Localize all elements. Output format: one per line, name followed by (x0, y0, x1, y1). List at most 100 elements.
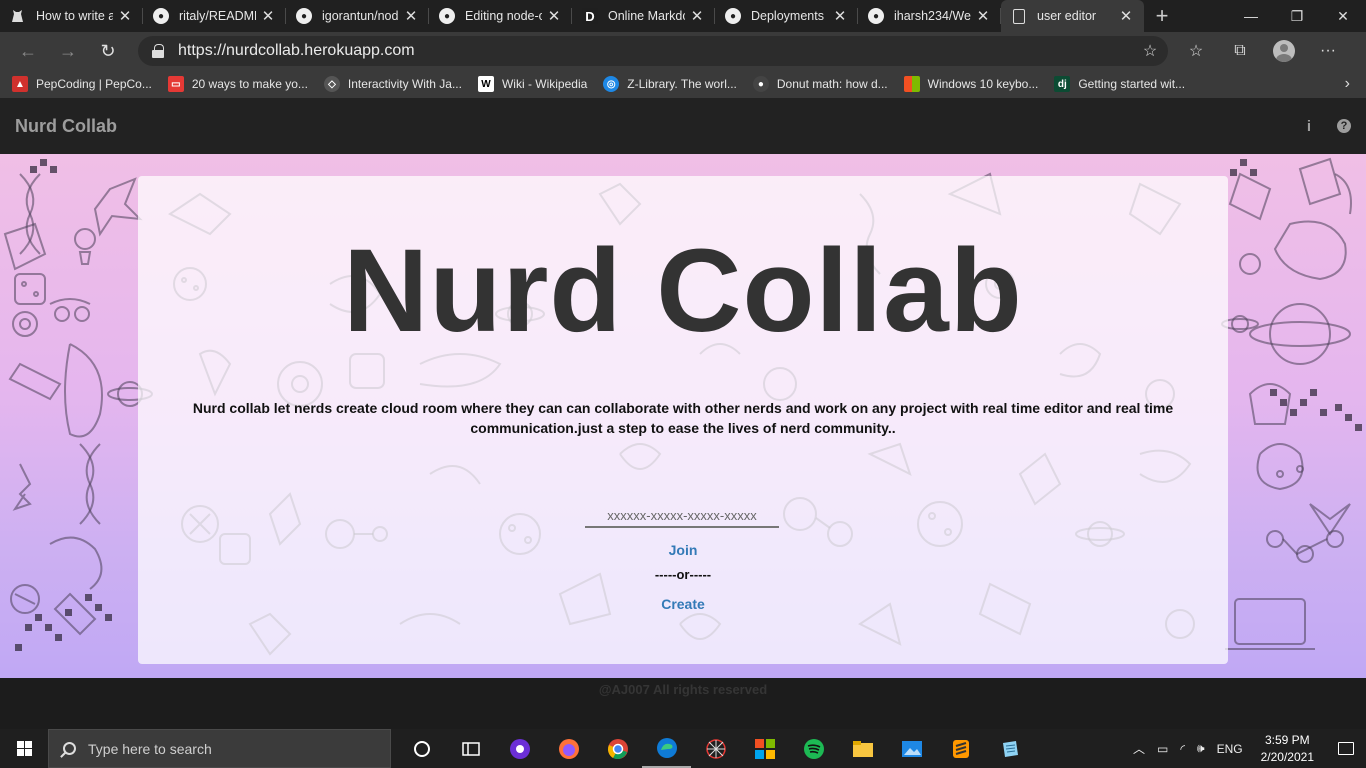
bookmark-pepcoding[interactable]: ▲ PepCoding | PepCo... (12, 76, 152, 92)
github-icon: ● (153, 8, 169, 24)
site-footer: @AJ007 All rights reserved (0, 678, 1366, 729)
spotify-icon[interactable] (789, 729, 838, 768)
bookmark-wikipedia[interactable]: W Wiki - Wikipedia (477, 76, 588, 92)
bookmark-20-ways[interactable]: ▭ 20 ways to make yo... (167, 76, 308, 92)
site-brand[interactable]: Nurd Collab (15, 116, 117, 137)
bookmark-windows-10[interactable]: Windows 10 keybo... (903, 76, 1038, 92)
bookmark-label: Getting started wit... (1078, 77, 1186, 91)
photos-icon[interactable] (887, 729, 936, 768)
browser-tab-1[interactable]: How to write a ✕ (0, 0, 143, 32)
bookmark-donut-math[interactable]: ● Donut math: how d... (752, 76, 888, 92)
bookmark-label: Donut math: how d... (776, 77, 888, 91)
browser-tab-5[interactable]: D Online Markdc ✕ (572, 0, 715, 32)
forward-arrow-icon[interactable]: → (48, 35, 88, 67)
close-icon[interactable]: ✕ (689, 7, 705, 25)
spiderweb-app-icon[interactable] (691, 729, 740, 768)
d-icon: D (582, 8, 598, 24)
wifi-icon[interactable]: ◜ (1180, 742, 1185, 756)
zlibrary-icon: ◎ (603, 76, 620, 92)
slides-icon: ▭ (167, 76, 184, 92)
address-bar[interactable]: https://nurdcollab.herokuapp.com ☆ (138, 36, 1168, 66)
close-icon[interactable]: ✕ (403, 7, 419, 25)
join-button[interactable]: Join (138, 542, 1228, 558)
room-id-input[interactable] (585, 504, 779, 528)
page-icon (1011, 8, 1027, 24)
browser-tab-6[interactable]: ● Deployments ✕ (715, 0, 858, 32)
create-button[interactable]: Create (138, 596, 1228, 612)
chevron-right-icon[interactable]: › (1345, 75, 1350, 93)
collections-icon[interactable]: ⧉ (1218, 35, 1262, 67)
donut-icon: ● (752, 76, 769, 92)
lock-icon (152, 44, 164, 58)
search-placeholder: Type here to search (88, 740, 212, 757)
refresh-icon[interactable]: ↻ (88, 35, 128, 67)
codepen-icon: ◇ (323, 76, 340, 92)
cortana-icon[interactable] (397, 729, 446, 768)
battery-icon[interactable]: ▭ (1157, 742, 1168, 756)
favorites-bar: ▲ PepCoding | PepCo... ▭ 20 ways to make… (0, 70, 1366, 98)
notepad-app-icon[interactable] (985, 729, 1034, 768)
github-icon: ● (868, 8, 884, 24)
sublime-text-icon[interactable] (936, 729, 985, 768)
url-text[interactable]: https://nurdcollab.herokuapp.com (178, 42, 1132, 60)
window-controls: — ❐ ✕ (1228, 0, 1366, 32)
github-icon: ● (296, 8, 312, 24)
volume-icon[interactable]: 🕪 (1197, 741, 1205, 756)
django-icon: dj (1054, 76, 1071, 92)
bookmark-label: PepCoding | PepCo... (36, 77, 152, 91)
browser-tab-3[interactable]: ● igorantun/nod ✕ (286, 0, 429, 32)
close-icon[interactable]: ✕ (975, 7, 991, 25)
microsoft-icon (903, 76, 920, 92)
favorites-icon[interactable]: ☆ (1174, 35, 1218, 67)
browser-tab-active[interactable]: user editor ✕ (1001, 0, 1144, 32)
bookmark-zlibrary[interactable]: ◎ Z-Library. The worl... (603, 76, 737, 92)
browser-tab-7[interactable]: ● iharsh234/Wel ✕ (858, 0, 1001, 32)
browser-tab-bar: How to write a ✕ ● ritaly/README ✕ ● igo… (0, 0, 1366, 32)
file-explorer-icon[interactable] (838, 729, 887, 768)
colorful-app-icon[interactable] (740, 729, 789, 768)
browser-tab-4[interactable]: ● Editing node-c ✕ (429, 0, 572, 32)
github-icon: ● (725, 8, 741, 24)
site-navbar: Nurd Collab i ? (0, 98, 1366, 154)
address-bar-row: ← → ↻ https://nurdcollab.herokuapp.com ☆… (0, 32, 1366, 70)
info-icon[interactable]: i (1307, 118, 1311, 135)
bookmark-django[interactable]: dj Getting started wit... (1054, 76, 1185, 92)
close-window-button[interactable]: ✕ (1320, 0, 1366, 32)
tab-title: ritaly/README (179, 9, 256, 23)
start-button[interactable] (0, 729, 48, 768)
minimize-button[interactable]: — (1228, 0, 1274, 32)
edge-icon[interactable] (642, 729, 691, 768)
help-icon[interactable]: ? (1337, 119, 1351, 133)
tab-title: Online Markdc (608, 9, 685, 23)
tab-title: user editor (1037, 9, 1097, 23)
chrome-icon[interactable] (593, 729, 642, 768)
tab-title: igorantun/nod (322, 9, 399, 23)
more-options-icon[interactable]: ··· (1306, 35, 1350, 67)
notification-icon[interactable] (1326, 742, 1366, 755)
avatar (1273, 40, 1295, 62)
close-icon[interactable]: ✕ (832, 7, 848, 25)
new-tab-button[interactable]: + (1144, 0, 1180, 32)
clock[interactable]: 3:59 PM 2/20/2021 (1261, 732, 1314, 766)
close-icon[interactable]: ✕ (546, 7, 562, 25)
bookmark-interactivity[interactable]: ◇ Interactivity With Ja... (323, 76, 462, 92)
back-arrow-icon[interactable]: ← (8, 35, 48, 67)
page-title: Nurd Collab (343, 225, 1023, 357)
chevron-up-icon[interactable]: ︿ (1133, 740, 1145, 757)
taskbar-search[interactable]: Type here to search (48, 729, 391, 768)
language-indicator[interactable]: ENG (1217, 742, 1243, 756)
close-icon[interactable]: ✕ (1118, 7, 1134, 25)
podcast-app-icon[interactable] (495, 729, 544, 768)
close-icon[interactable]: ✕ (117, 7, 133, 25)
add-favorite-icon[interactable]: ☆ (1132, 41, 1168, 61)
firefox-icon[interactable] (544, 729, 593, 768)
task-view-icon[interactable] (446, 729, 495, 768)
github-icon: ● (439, 8, 455, 24)
restore-button[interactable]: ❐ (1274, 0, 1320, 32)
profile-button[interactable] (1262, 35, 1306, 67)
bookmark-label: Z-Library. The worl... (627, 77, 737, 91)
browser-tab-2[interactable]: ● ritaly/README ✕ (143, 0, 286, 32)
close-icon[interactable]: ✕ (260, 7, 276, 25)
bookmark-label: Wiki - Wikipedia (501, 77, 588, 91)
tab-title: Deployments (751, 9, 824, 23)
